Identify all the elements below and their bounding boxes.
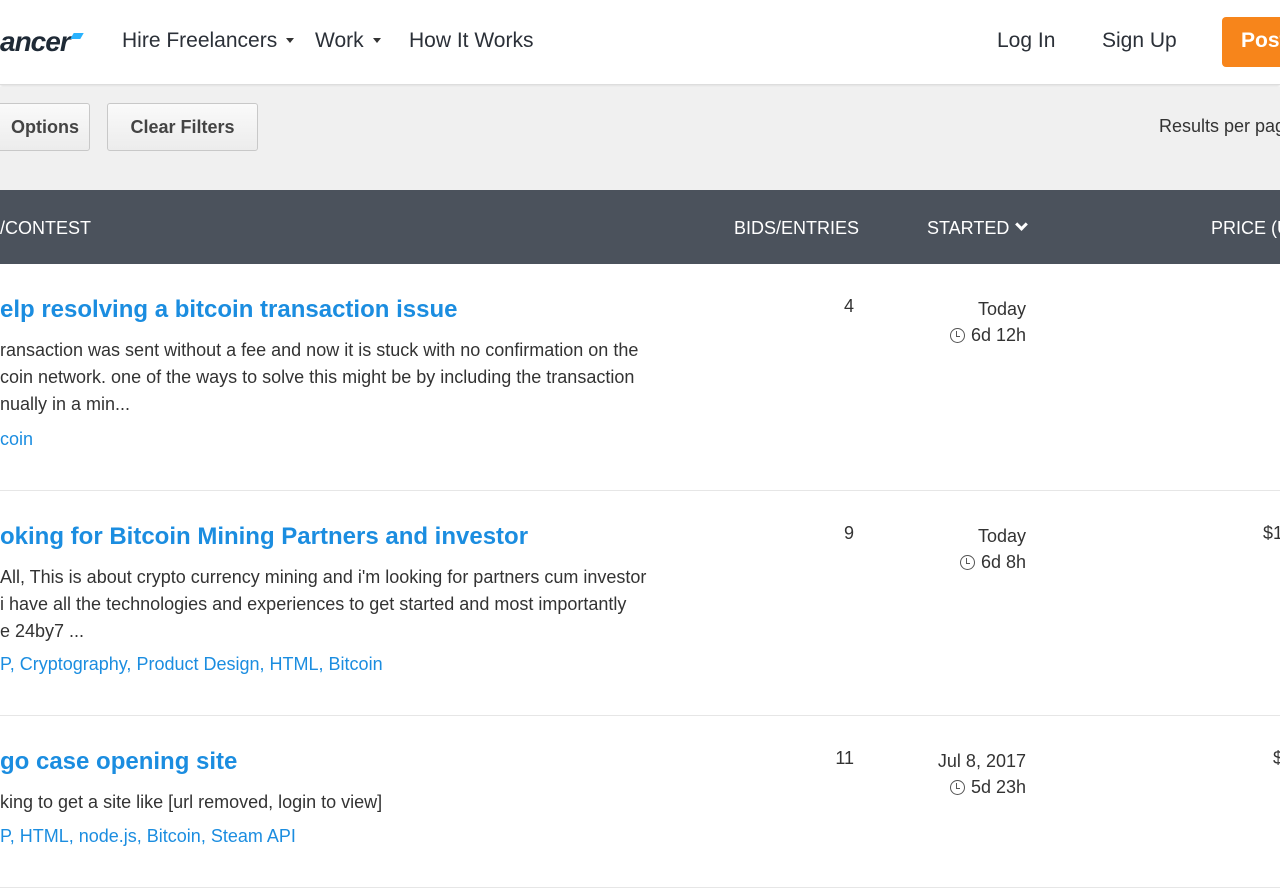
logo-swoosh-icon xyxy=(69,33,84,39)
clock-icon xyxy=(949,328,965,343)
clear-filters-button[interactable]: Clear Filters xyxy=(107,103,258,151)
started-cell: Jul 8, 2017 5d 23h xyxy=(937,751,1026,797)
project-title-link[interactable]: oking for Bitcoin Mining Partners and in… xyxy=(0,523,528,551)
column-project-contest: /CONTEST xyxy=(0,218,92,238)
skill-link[interactable]: node.js xyxy=(79,826,137,846)
post-project-button[interactable]: Post xyxy=(1222,17,1280,67)
nav-hire-freelancers[interactable]: Hire Freelancers xyxy=(122,29,295,53)
skill-link[interactable]: Cryptography xyxy=(20,654,127,674)
price: $ xyxy=(1273,748,1280,768)
options-button[interactable]: Options xyxy=(0,103,90,151)
table-row: oking for Bitcoin Mining Partners and in… xyxy=(0,491,1280,716)
nav-work[interactable]: Work xyxy=(315,29,381,53)
skill-link[interactable]: P xyxy=(0,826,10,846)
results-per-page-label: Results per pag xyxy=(1159,116,1280,136)
column-price[interactable]: PRICE (U xyxy=(1211,218,1280,239)
skill-link[interactable]: Bitcoin xyxy=(329,654,383,674)
table-row: go case opening site king to get a site … xyxy=(0,716,1280,888)
started-cell: Today 6d 8h xyxy=(959,523,1026,575)
column-started[interactable]: STARTED xyxy=(927,218,1029,239)
price: $1 xyxy=(1263,523,1280,543)
skills-list: coin xyxy=(0,429,33,450)
bids-count: 11 xyxy=(835,748,854,768)
started-cell: Today 6d 12h xyxy=(949,296,1026,348)
bids-count: 4 xyxy=(843,296,854,316)
skill-link[interactable]: coin xyxy=(0,429,33,449)
project-description: All, This is about crypto currency minin… xyxy=(0,567,647,641)
project-description: king to get a site like [url removed, lo… xyxy=(0,792,383,812)
signup-link[interactable]: Sign Up xyxy=(1102,29,1177,53)
table-row: elp resolving a bitcoin transaction issu… xyxy=(0,264,1280,491)
filter-toolbar: Options Clear Filters Results per pag xyxy=(0,87,1280,190)
skill-link[interactable]: Product Design xyxy=(136,654,259,674)
login-link[interactable]: Log In xyxy=(997,29,1055,53)
caret-down-icon xyxy=(372,38,381,43)
skill-link[interactable]: HTML xyxy=(270,654,319,674)
logo[interactable]: ancer xyxy=(0,26,84,58)
skills-list: P, HTML, node.js, Bitcoin, Steam API xyxy=(0,826,296,846)
project-title-link[interactable]: elp resolving a bitcoin transaction issu… xyxy=(0,296,457,324)
clock-icon xyxy=(949,780,965,795)
column-bids[interactable]: BIDS/ENTRIES xyxy=(734,218,859,239)
project-title-link[interactable]: go case opening site xyxy=(0,748,237,776)
nav-how-it-works[interactable]: How It Works xyxy=(409,29,533,53)
caret-down-icon xyxy=(286,38,295,43)
bids-count: 9 xyxy=(843,523,854,543)
skills-list: P, Cryptography, Product Design, HTML, B… xyxy=(0,654,383,674)
chevron-down-icon xyxy=(1015,218,1029,231)
skill-link[interactable]: Bitcoin xyxy=(147,826,201,846)
project-description: ransaction was sent without a fee and no… xyxy=(0,340,639,414)
top-header: ancer Hire Freelancers Work How It Works… xyxy=(0,0,1280,85)
clock-icon xyxy=(959,555,975,570)
skill-link[interactable]: HTML xyxy=(20,826,69,846)
skill-link[interactable]: P xyxy=(0,654,10,674)
skill-link[interactable]: Steam API xyxy=(211,826,296,846)
table-header: /CONTEST BIDS/ENTRIES STARTED PRICE (U xyxy=(0,190,1280,264)
